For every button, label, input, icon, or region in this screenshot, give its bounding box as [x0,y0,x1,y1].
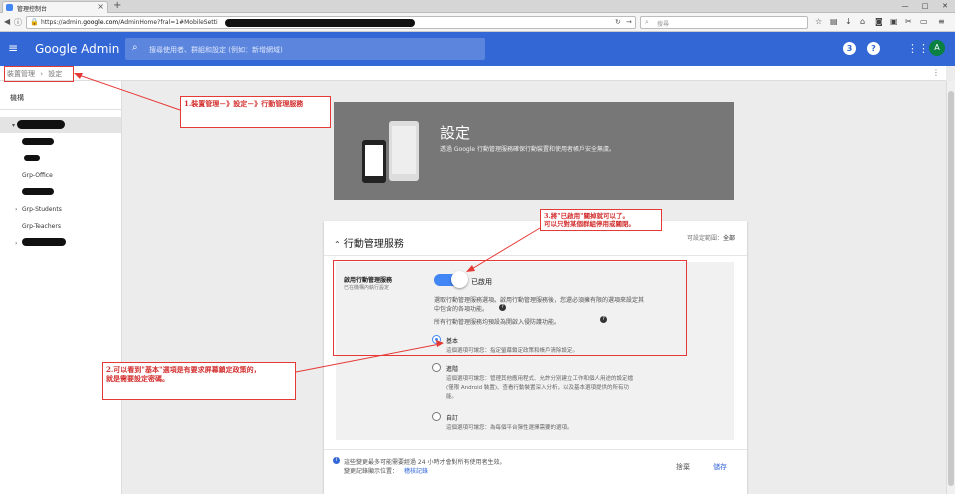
support-icon[interactable]: 3 [843,42,856,55]
sidebar-item-grp-students[interactable]: Grp-Students [22,206,62,213]
admin-search-input[interactable]: ⌕ 搜尋使用者、群組和設定 (例如：新增網域) [125,38,485,60]
new-tab-button[interactable]: + [113,0,121,11]
minimize-button[interactable]: — [895,0,915,12]
chevron-right-icon[interactable]: › [15,240,17,247]
url-text: https://admin.google.com/AdminHome?fral=… [41,19,218,26]
tab-title: 管理控制台 [17,6,48,13]
org-unit-sidebar: 機構 ▾ Grp-Office › Grp-Students Grp-Teach… [0,81,122,494]
browser-search-placeholder: 搜尋 [657,21,670,28]
search-placeholder: 搜尋使用者、群組和設定 (例如：新增網域) [149,46,283,54]
info-icon[interactable]: ⓘ [14,17,22,28]
mobile-devices-icon [362,121,419,183]
option-advanced-desc-3: 能。 [446,394,458,400]
radio-advanced[interactable] [432,363,441,372]
chat-icon[interactable]: ▭ [920,17,928,26]
clipboard-icon[interactable]: ▤ [830,17,838,26]
more-options-icon[interactable]: ⋮ [932,68,940,77]
search-icon: ⌕ [132,42,138,53]
scope-label: 可設定範圍：全部 [686,235,735,242]
divider [324,255,747,256]
browser-tab-bar: 管理控制台 × + — □ ✕ [0,0,955,13]
star-icon[interactable]: ☆ [815,17,822,26]
go-icon[interactable]: → [626,18,632,26]
browser-tab[interactable]: 管理控制台 × [2,1,108,13]
pocket-icon[interactable]: ◙ [875,17,883,26]
option-advanced-label: 進階 [446,366,459,373]
info-icon: i [333,457,340,464]
redaction [22,238,66,246]
browser-search[interactable]: ⌕ 搜尋 [640,16,808,29]
lock-icon: 🔒 [30,18,39,26]
option-custom-desc: 這個選項可讓您：為每個平台彈性選擇需要的選項。 [446,425,573,431]
settings-hero-banner: 設定 透過 Google 行動管理服務確保行動裝置和使用者帳戶安全無虞。 [334,102,734,200]
sidebar-title: 機構 [10,94,24,102]
home-icon[interactable]: ⌂ [860,17,865,26]
breadcrumb-highlight [4,66,74,82]
redaction [24,155,40,161]
menu-icon[interactable]: ≡ [938,17,945,26]
option-advanced-desc: 這個選項可讓您：管理其他應用程式、允許分別建立工作和個人用途的設定檔 [446,376,634,382]
favicon-icon [6,4,13,11]
radio-custom[interactable] [432,412,441,421]
screenshot-icon[interactable]: ✂ [905,17,912,26]
back-icon[interactable]: ◀ [4,17,10,26]
annotation-step-3: 3.將"已啟用"關掉就可以了。 可以只對某個群組停用或關閉。 [540,209,662,231]
chevron-down-icon[interactable]: ▾ [12,122,15,129]
hamburger-menu-icon[interactable]: ≡ [8,42,18,54]
browser-nav-bar: ◀ ⓘ 🔒 https://admin.google.com/AdminHome… [0,13,955,32]
option-custom-label: 自訂 [446,415,459,422]
chevron-right-icon[interactable]: › [15,206,17,213]
scrollbar-thumb[interactable] [948,91,954,486]
redaction [22,138,54,145]
annotation-step-2: 2.可以看到"基本"選項是有要求屏幕鎖定政策的， 就是需要設定密碼。 [102,362,296,400]
card-title[interactable]: ⌃ 行動管理服務 [334,235,404,250]
breadcrumb-bar: 裝置管理 › 設定 ⋮ [0,66,946,81]
save-button[interactable]: 儲存 [713,462,727,472]
url-bar[interactable]: 🔒 https://admin.google.com/AdminHome?fra… [26,16,636,29]
product-name: Google Admin [35,42,120,56]
maximize-button[interactable]: □ [915,0,935,12]
avatar[interactable]: A [929,40,945,56]
redaction [17,120,65,129]
divider [0,109,121,110]
redaction [22,188,54,195]
setting-highlight [333,260,687,356]
audit-log-link[interactable]: 稽核記錄 [404,466,428,475]
footer-notice: 這些變更最多可能需要經過 24 小時才會對所有使用者生效。 [344,459,506,466]
chevron-up-icon[interactable]: ⌃ [334,240,341,249]
footer-audit-label: 變更記錄顯示位置： [344,468,399,475]
bookmark-icon[interactable]: ▣ [890,17,898,26]
download-icon[interactable]: ↓ [845,17,852,26]
redaction [225,19,415,27]
option-advanced-desc-2: (僅限 Android 裝置)、查看行動裝置深入分析，以及基本選項提供的所有功 [446,385,630,391]
sidebar-item-grp-teachers[interactable]: Grp-Teachers [22,223,61,230]
hero-description: 透過 Google 行動管理服務確保行動裝置和使用者帳戶安全無虞。 [440,146,615,153]
divider [324,449,747,450]
page-scrollbar[interactable] [946,81,955,494]
admin-header: ≡ Google Admin ⌕ 搜尋使用者、群組和設定 (例如：新增網域) 3… [0,32,955,66]
hero-title: 設定 [440,124,471,142]
reload-icon[interactable]: ↻ [615,18,621,26]
annotation-step-1: 1.裝置管理－》設定－》行動管理服務 [180,96,331,128]
help-icon[interactable]: ? [867,42,880,55]
magnifier-icon: ⌕ [645,18,649,26]
tab-close-icon[interactable]: × [97,2,104,11]
window-close-button[interactable]: ✕ [935,0,955,12]
discard-button[interactable]: 捨棄 [676,462,690,472]
sidebar-item-grp-office[interactable]: Grp-Office [22,172,53,179]
